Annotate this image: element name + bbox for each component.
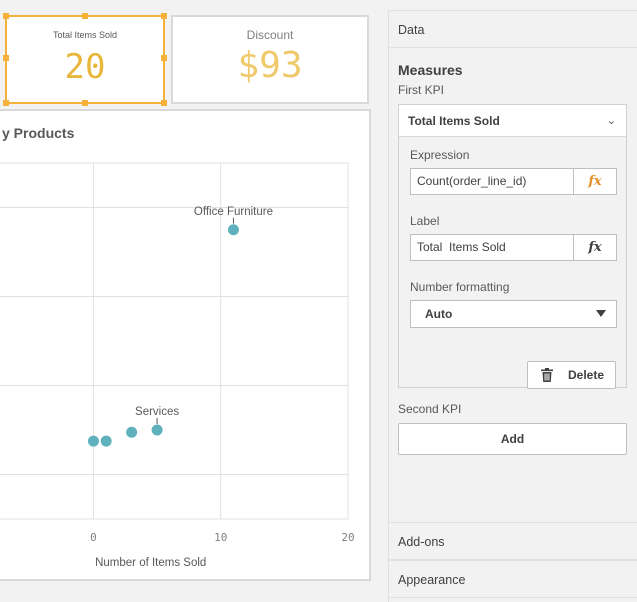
resize-handle-right[interactable] — [161, 55, 167, 61]
resize-handle-bottom-left[interactable] — [3, 100, 9, 106]
section-data[interactable]: Data — [389, 10, 637, 48]
x-axis-title: Number of Items Sold — [95, 557, 206, 569]
trash-icon — [541, 368, 553, 382]
resize-handle-top[interactable] — [82, 13, 88, 19]
data-point[interactable] — [151, 424, 163, 436]
resize-handle-top-left[interactable] — [3, 13, 9, 19]
section-add-ons[interactable]: Add-ons — [389, 522, 637, 560]
scatter-plot[interactable]: 0 10 20 Number of Items Sold Office Furnitur… — [0, 111, 369, 579]
kpi-value: 20 — [64, 47, 106, 87]
expression-label: Expression — [410, 148, 470, 162]
first-kpi-card: Total Items Sold ⌄ Expression fx Label f… — [398, 104, 627, 389]
kpi-object-discount[interactable]: Discount $93 — [171, 15, 369, 104]
kpi-title: Total Items Sold — [52, 30, 118, 40]
resize-handle-bottom[interactable] — [82, 100, 88, 106]
label-label: Label — [410, 214, 440, 228]
data-point[interactable] — [126, 426, 138, 438]
x-tick-label: 0 — [90, 531, 97, 544]
kpi-title: Discount — [246, 28, 294, 42]
resize-handle-top-right[interactable] — [161, 13, 167, 19]
plot-border — [0, 162, 349, 520]
expression-field[interactable]: fx — [410, 168, 617, 195]
second-kpi-label: Second KPI — [398, 402, 462, 416]
label-field[interactable]: fx — [410, 234, 617, 261]
number-formatting-value: Auto — [425, 307, 453, 321]
data-point[interactable] — [87, 435, 99, 447]
scatter-chart-object[interactable]: y Products 0 10 20 Number of Items Sold Offi… — [0, 109, 371, 581]
data-point[interactable] — [227, 224, 239, 236]
fx-expression-editor-icon[interactable]: fx — [573, 169, 616, 194]
kpi-object-total-items-sold[interactable]: Total Items Sold 20 — [3, 13, 167, 106]
delete-button[interactable]: Delete — [527, 361, 616, 389]
resize-handle-bottom-right[interactable] — [161, 100, 167, 106]
kpi-card-header[interactable]: Total Items Sold ⌄ — [399, 105, 626, 137]
point-label: Services — [135, 406, 179, 418]
sheet-canvas: Total Items Sold 20 Discount $93 y Produ… — [0, 0, 388, 602]
add-second-kpi-button[interactable]: Add — [398, 423, 627, 455]
label-input[interactable] — [417, 235, 567, 260]
chevron-down-icon[interactable]: ⌄ — [607, 114, 616, 127]
x-tick-label: 10 — [214, 531, 227, 544]
kpi-value: $93 — [237, 45, 303, 86]
resize-handle-left[interactable] — [3, 55, 9, 61]
caret-down-icon — [596, 310, 606, 317]
x-tick-label: 20 — [341, 531, 354, 544]
section-appearance[interactable]: Appearance — [389, 560, 637, 598]
delete-label: Delete — [568, 368, 605, 382]
properties-panel: Data Measures First KPI Total Items Sold… — [388, 10, 637, 602]
expression-input[interactable] — [417, 169, 567, 194]
measures-heading: Measures — [398, 62, 463, 78]
fx-label-editor-icon[interactable]: fx — [573, 235, 616, 260]
first-kpi-label: First KPI — [398, 83, 445, 97]
kpi-card-title: Total Items Sold — [408, 114, 500, 128]
data-point[interactable] — [100, 435, 112, 447]
point-label: Office Furniture — [194, 206, 273, 218]
number-formatting-select[interactable]: Auto — [410, 300, 617, 328]
number-formatting-label: Number formatting — [410, 280, 510, 294]
